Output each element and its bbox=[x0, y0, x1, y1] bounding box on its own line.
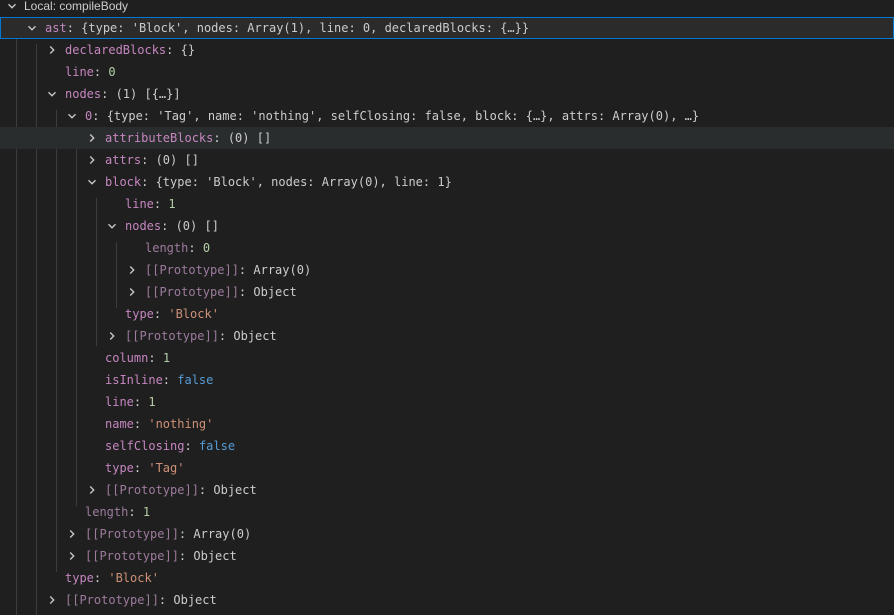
tree-row-nodes-prototype-array[interactable]: [[Prototype]]: Array(0) bbox=[0, 523, 894, 545]
property-preview: {type: 'Tag', name: 'nothing', selfClosi… bbox=[106, 109, 700, 123]
tree-row-line[interactable]: line: 0 bbox=[0, 61, 894, 83]
property-preview: (1) [{…}] bbox=[115, 87, 181, 101]
chevron-down-icon[interactable] bbox=[84, 171, 100, 193]
property-key: line bbox=[65, 65, 94, 79]
property-key: line bbox=[125, 197, 154, 211]
property-value: 'Block' bbox=[168, 307, 219, 321]
property-key: [[Prototype]] bbox=[145, 263, 239, 277]
property-key: isInline bbox=[105, 373, 163, 387]
chevron-down-icon[interactable] bbox=[64, 105, 80, 127]
chevron-down-icon[interactable] bbox=[44, 83, 60, 105]
tree-row-attrs[interactable]: attrs: (0) [] bbox=[0, 149, 894, 171]
property-key: length bbox=[145, 241, 189, 255]
property-key: line bbox=[105, 395, 134, 409]
property-value: 1 bbox=[142, 505, 151, 519]
tree-row-node-line[interactable]: line: 1 bbox=[0, 391, 894, 413]
chevron-right-icon[interactable] bbox=[64, 523, 80, 545]
property-value: 0 bbox=[202, 241, 211, 255]
variables-tree: Local: compileBody ast: {type: 'Block', … bbox=[0, 0, 894, 615]
property-key: [[Prototype]] bbox=[105, 483, 199, 497]
chevron-right-icon[interactable] bbox=[44, 39, 60, 61]
property-value: Object bbox=[213, 483, 257, 497]
tree-row-ast-type[interactable]: type: 'Block' bbox=[0, 567, 894, 589]
property-key: ast bbox=[45, 21, 67, 35]
chevron-down-icon[interactable] bbox=[104, 215, 120, 237]
property-key: [[Prototype]] bbox=[85, 549, 179, 563]
property-value: Object bbox=[193, 549, 237, 563]
property-value: Object bbox=[253, 285, 297, 299]
property-preview: {type: 'Block', nodes: Array(0), line: 1… bbox=[155, 175, 452, 189]
tree-row-block-nodes-prototype-object[interactable]: [[Prototype]]: Object bbox=[0, 281, 894, 303]
tree-row-ast[interactable]: ast: {type: 'Block', nodes: Array(1), li… bbox=[0, 17, 894, 39]
property-value: 'Tag' bbox=[148, 461, 185, 475]
chevron-right-icon[interactable] bbox=[44, 589, 60, 611]
property-value: false bbox=[198, 439, 236, 453]
tree-row-block[interactable]: block: {type: 'Block', nodes: Array(0), … bbox=[0, 171, 894, 193]
chevron-down-icon[interactable] bbox=[24, 17, 40, 39]
chevron-right-icon[interactable] bbox=[84, 127, 100, 149]
property-key: type bbox=[65, 571, 94, 585]
tree-row-isInline[interactable]: isInline: false bbox=[0, 369, 894, 391]
property-key: [[Prototype]] bbox=[85, 527, 179, 541]
property-key: attributeBlocks bbox=[105, 131, 214, 145]
property-preview: {} bbox=[180, 43, 196, 57]
tree-row-nodes[interactable]: nodes: (1) [{…}] bbox=[0, 83, 894, 105]
tree-row-block-type[interactable]: type: 'Block' bbox=[0, 303, 894, 325]
chevron-down-icon[interactable] bbox=[4, 0, 20, 17]
tree-row-node-0[interactable]: 0: {type: 'Tag', name: 'nothing', selfCl… bbox=[0, 105, 894, 127]
property-key: nodes bbox=[65, 87, 102, 101]
property-key: declaredBlocks bbox=[65, 43, 167, 57]
property-value: 1 bbox=[168, 197, 176, 211]
chevron-right-icon[interactable] bbox=[64, 545, 80, 567]
property-key: length bbox=[85, 505, 129, 519]
property-key: name bbox=[105, 417, 134, 431]
tree-row-node-type[interactable]: type: 'Tag' bbox=[0, 457, 894, 479]
property-key: attrs bbox=[105, 153, 142, 167]
property-key: selfClosing bbox=[105, 439, 185, 453]
property-preview: (0) [] bbox=[227, 131, 272, 145]
tree-row-nodes-prototype-object[interactable]: [[Prototype]]: Object bbox=[0, 545, 894, 567]
property-value: 1 bbox=[148, 395, 156, 409]
chevron-right-icon[interactable] bbox=[124, 259, 140, 281]
property-preview: (0) [] bbox=[175, 219, 219, 233]
property-key: nodes bbox=[125, 219, 162, 233]
property-key: type bbox=[105, 461, 134, 475]
property-value: Array(0) bbox=[253, 263, 312, 277]
property-preview: {type: 'Block', nodes: Array(1), line: 0… bbox=[81, 21, 530, 35]
property-value: Array(0) bbox=[193, 527, 252, 541]
property-key: block bbox=[105, 175, 142, 189]
property-value: 'Block' bbox=[108, 571, 159, 585]
tree-row-nodes-length[interactable]: length: 1 bbox=[0, 501, 894, 523]
property-key: [[Prototype]] bbox=[145, 285, 239, 299]
property-value: 0 bbox=[108, 65, 116, 79]
property-key: [[Prototype]] bbox=[65, 593, 159, 607]
tree-row-selfClosing[interactable]: selfClosing: false bbox=[0, 435, 894, 457]
property-key: column bbox=[105, 351, 149, 365]
tree-row-block-prototype[interactable]: [[Prototype]]: Object bbox=[0, 325, 894, 347]
section-header-local[interactable]: Local: compileBody bbox=[0, 0, 894, 17]
property-value: false bbox=[177, 373, 214, 387]
tree-row-node-prototype[interactable]: [[Prototype]]: Object bbox=[0, 479, 894, 501]
chevron-right-icon[interactable] bbox=[104, 325, 120, 347]
tree-row-block-nodes-prototype-array[interactable]: [[Prototype]]: Array(0) bbox=[0, 259, 894, 281]
chevron-right-icon[interactable] bbox=[124, 281, 140, 303]
tree-row-block-nodes[interactable]: nodes: (0) [] bbox=[0, 215, 894, 237]
tree-row-block-line[interactable]: line: 1 bbox=[0, 193, 894, 215]
property-preview: (0) [] bbox=[155, 153, 199, 167]
property-value: Object bbox=[173, 593, 217, 607]
tree-row-declaredBlocks[interactable]: declaredBlocks: {} bbox=[0, 39, 894, 61]
property-key: [[Prototype]] bbox=[125, 329, 219, 343]
property-value: Object bbox=[233, 329, 277, 343]
tree-row-ast-prototype[interactable]: [[Prototype]]: Object bbox=[0, 589, 894, 611]
property-key: type bbox=[125, 307, 154, 321]
tree-row-block-nodes-length[interactable]: length: 0 bbox=[0, 237, 894, 259]
property-value: 1 bbox=[162, 351, 171, 365]
tree-row-attributeBlocks[interactable]: attributeBlocks: (0) [] bbox=[0, 127, 894, 149]
section-label: Local: compileBody bbox=[24, 0, 129, 13]
chevron-right-icon[interactable] bbox=[84, 479, 100, 501]
tree-row-column[interactable]: column: 1 bbox=[0, 347, 894, 369]
tree-row-name[interactable]: name: 'nothing' bbox=[0, 413, 894, 435]
property-value: 'nothing' bbox=[148, 417, 214, 431]
chevron-right-icon[interactable] bbox=[84, 149, 100, 171]
